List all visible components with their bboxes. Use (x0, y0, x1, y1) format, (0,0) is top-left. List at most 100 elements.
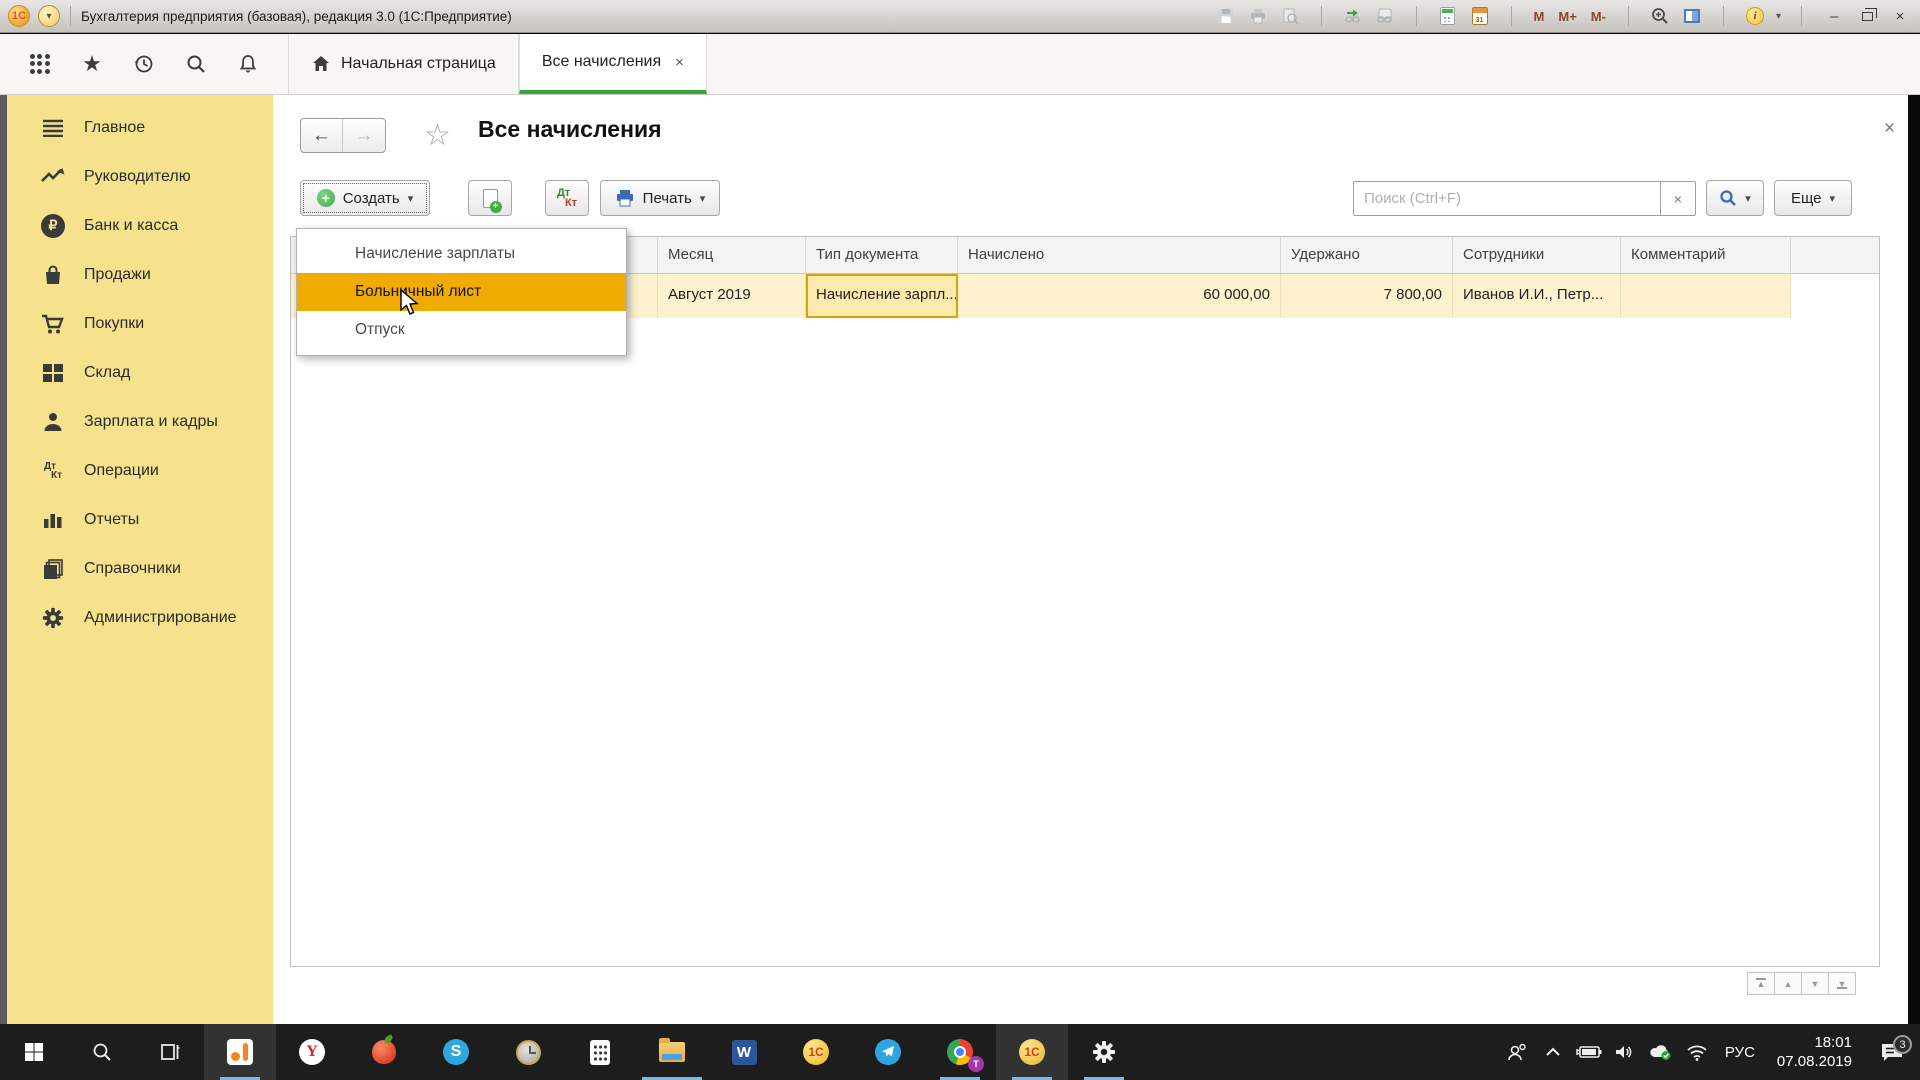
menu-item-salary-accrual[interactable]: Начисление зарплаты (297, 235, 626, 273)
history-nav: ← → (300, 118, 386, 153)
taskbar-app-explorer[interactable] (636, 1024, 708, 1080)
header-cell-employees[interactable]: Сотрудники (1453, 237, 1621, 274)
taskbar-app-1c-window[interactable]: 1С (996, 1024, 1068, 1080)
copy-document-button[interactable] (468, 180, 512, 216)
info-caret-icon[interactable]: ▾ (1776, 11, 1781, 22)
header-cell-comment[interactable]: Комментарий (1621, 237, 1791, 274)
volume-icon[interactable] (1607, 1044, 1643, 1060)
search-icon[interactable] (170, 34, 222, 94)
print-icon[interactable] (1247, 6, 1269, 26)
cloud-sync-icon[interactable] (1643, 1043, 1679, 1061)
menu-item-vacation[interactable]: Отпуск (297, 311, 626, 349)
taskbar-app-1c[interactable]: 1С (780, 1024, 852, 1080)
menu-item-sick-leave[interactable]: Больничный лист (297, 273, 626, 311)
taskbar-app-telegram[interactable] (852, 1024, 924, 1080)
sidebar-item-operations[interactable]: ДтКт Операции (7, 446, 273, 495)
get-link-icon[interactable] (1374, 6, 1396, 26)
tab-all-accruals[interactable]: Все начисления × (519, 34, 707, 94)
memory-m-minus-button[interactable]: M- (1589, 9, 1608, 24)
task-view-icon[interactable] (136, 1024, 204, 1080)
print-button[interactable]: Печать ▾ (600, 180, 720, 216)
back-button[interactable]: ← (301, 119, 343, 152)
taskbar-app-1c-edo[interactable] (204, 1024, 276, 1080)
sidebar-item-manager[interactable]: Руководителю (7, 152, 273, 201)
sidebar-item-reports[interactable]: Отчеты (7, 495, 273, 544)
sidebar-item-salary[interactable]: Зарплата и кадры (7, 397, 273, 446)
more-button[interactable]: Еще ▾ (1774, 180, 1852, 216)
apple-icon (372, 1040, 396, 1064)
caret-down-icon: ▾ (1745, 192, 1751, 205)
cell-accrued[interactable]: 60 000,00 (958, 274, 1281, 318)
go-first-button[interactable]: ▲ (1747, 972, 1775, 995)
split-window-icon[interactable] (1681, 6, 1703, 26)
hidden-icons-chevron[interactable] (1535, 1047, 1571, 1057)
go-to-link-icon[interactable] (1342, 6, 1364, 26)
search-input[interactable] (1353, 181, 1661, 216)
home-icon (311, 54, 331, 74)
preview-icon[interactable] (1279, 6, 1301, 26)
language-indicator[interactable]: РУС (1715, 1044, 1765, 1061)
sidebar-item-main[interactable]: Главное (7, 103, 273, 152)
tab-close-icon[interactable]: × (675, 54, 684, 71)
notifications-bell-icon[interactable] (222, 34, 274, 94)
memory-m-button[interactable]: M (1532, 9, 1547, 24)
cell-comment[interactable] (1621, 274, 1791, 318)
save-icon[interactable] (1215, 6, 1237, 26)
warehouse-icon (40, 360, 66, 386)
search-button[interactable]: ▾ (1706, 180, 1764, 216)
go-up-button[interactable]: ▲ (1774, 972, 1802, 995)
wifi-icon[interactable] (1679, 1044, 1715, 1061)
apps-menu-icon[interactable] (14, 34, 66, 94)
calculator-icon[interactable] (1437, 6, 1459, 26)
sidebar-item-warehouse[interactable]: Склад (7, 348, 273, 397)
go-down-button[interactable]: ▼ (1801, 972, 1829, 995)
cell-employees[interactable]: Иванов И.И., Петр... (1453, 274, 1621, 318)
zoom-in-icon[interactable] (1649, 6, 1671, 26)
memory-m-plus-button[interactable]: M+ (1556, 9, 1578, 24)
restore-button[interactable] (1856, 6, 1878, 26)
info-icon[interactable]: i (1744, 6, 1766, 26)
taskbar-app-skype[interactable]: S (420, 1024, 492, 1080)
taskbar-app-apple[interactable] (348, 1024, 420, 1080)
header-cell-accrued[interactable]: Начислено (958, 237, 1281, 274)
favorites-star-icon[interactable]: ★ (66, 34, 118, 94)
cart-icon (40, 311, 66, 337)
sidebar-item-bank[interactable]: ₽ Банк и касса (7, 201, 273, 250)
search-clear-button[interactable]: × (1660, 181, 1696, 216)
taskbar-app-settings[interactable] (1068, 1024, 1140, 1080)
header-cell-month[interactable]: Месяц (658, 237, 806, 274)
taskbar-app-yandex[interactable]: Y (276, 1024, 348, 1080)
sidebar-item-sales[interactable]: Продажи (7, 250, 273, 299)
taskbar-app-calculator[interactable] (564, 1024, 636, 1080)
main-menu-button[interactable]: ▾ (38, 5, 60, 27)
minimize-button[interactable]: – (1822, 8, 1846, 25)
forward-button[interactable]: → (343, 119, 385, 152)
tab-home[interactable]: Начальная страница (288, 34, 519, 94)
people-icon[interactable] (1499, 1042, 1535, 1062)
sidebar-item-administration[interactable]: Администрирование (7, 593, 273, 642)
taskbar-app-clock[interactable] (492, 1024, 564, 1080)
taskbar-search-icon[interactable] (68, 1024, 136, 1080)
calendar-icon[interactable]: 31 (1469, 6, 1491, 26)
cell-month[interactable]: Август 2019 (658, 274, 806, 318)
header-cell-withheld[interactable]: Удержано (1281, 237, 1453, 274)
taskbar-app-chrome[interactable]: T (924, 1024, 996, 1080)
clock[interactable]: 18:01 07.08.2019 (1765, 1033, 1864, 1071)
sidebar-item-purchases[interactable]: Покупки (7, 299, 273, 348)
history-icon[interactable] (118, 34, 170, 94)
cell-withheld[interactable]: 7 800,00 (1281, 274, 1453, 318)
form-close-icon[interactable]: × (1884, 118, 1895, 140)
postings-dtkt-button[interactable]: ДтКт (545, 180, 589, 216)
sidebar-item-directories[interactable]: Справочники (7, 544, 273, 593)
favorite-star-icon[interactable]: ☆ (424, 118, 451, 153)
close-button[interactable]: × (1888, 8, 1912, 25)
create-button[interactable]: + Создать ▾ (300, 180, 430, 216)
go-last-button[interactable]: ▼ (1828, 972, 1856, 995)
taskbar-app-word[interactable]: W (708, 1024, 780, 1080)
battery-icon[interactable] (1571, 1045, 1607, 1059)
start-button[interactable] (0, 1024, 68, 1080)
calculator-app-icon (590, 1040, 610, 1065)
action-center-icon[interactable]: 3 (1864, 1042, 1920, 1062)
header-cell-doc-type[interactable]: Тип документа (806, 237, 958, 274)
cell-doc-type-selected[interactable]: Начисление зарпл... (806, 274, 958, 318)
